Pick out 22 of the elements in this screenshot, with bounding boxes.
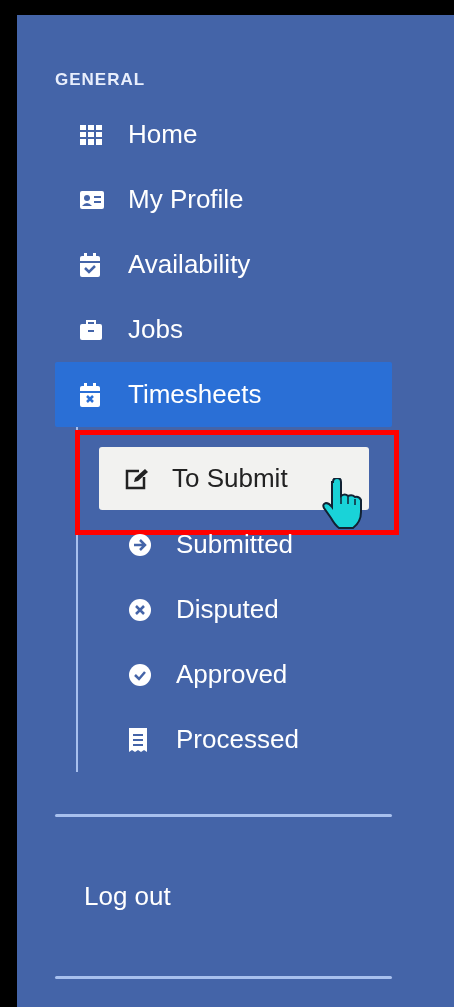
calendar-x-icon [80, 382, 100, 407]
receipt-icon [129, 727, 147, 752]
submenu-item[interactable]: Approved [78, 642, 288, 707]
submenu-item[interactable]: Processed [78, 707, 299, 772]
calendar-check-icon [80, 252, 100, 277]
nav-item[interactable]: Jobs [55, 297, 392, 362]
id-card-icon [80, 190, 104, 209]
briefcase-icon [80, 319, 102, 340]
check-circle-icon [129, 663, 151, 686]
submenu-item[interactable]: Disputed [78, 577, 279, 642]
submenu-item[interactable]: Submitted [78, 512, 294, 577]
edit-icon [125, 467, 149, 490]
submenu-button[interactable]: To Submit [99, 447, 369, 510]
nav-item[interactable]: Home [55, 102, 392, 167]
nav-item[interactable]: My Profile [55, 167, 392, 232]
x-circle-icon [129, 598, 151, 621]
nav-item[interactable]: Availability [55, 232, 392, 297]
section-heading: GENERAL [54, 69, 147, 91]
arrow-circle-icon [129, 533, 151, 556]
nav-item[interactable]: Timesheets [55, 362, 392, 427]
grid-icon [80, 124, 102, 145]
logout-link[interactable]: Log out [84, 881, 171, 912]
